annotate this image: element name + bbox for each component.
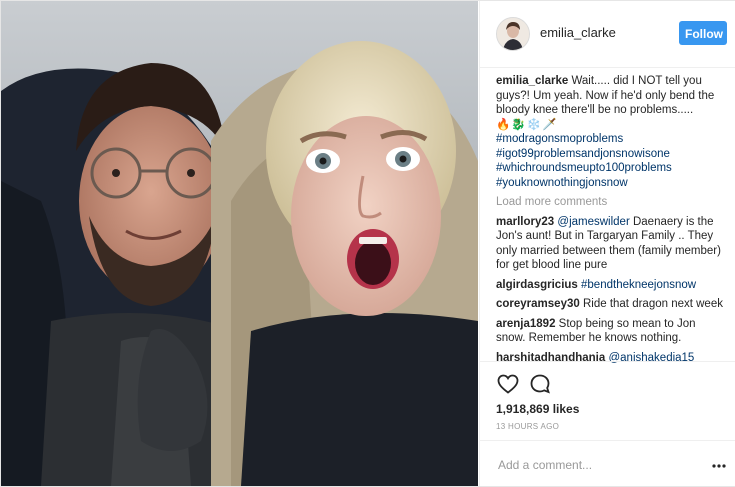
comments-section: emilia_clarke Wait..... did I NOT tell y… [496,74,724,370]
selfie-image [1,1,478,486]
comment-username[interactable]: coreyramsey30 [496,298,580,310]
post-photo[interactable] [1,1,478,486]
comment: coreyramsey30 Ride that dragon next week [496,297,724,312]
comment-text: Ride that dragon next week [582,298,723,310]
ellipsis-icon[interactable] [712,458,726,468]
comment: algirdasgricius #bendthekneejonsnow [496,278,724,293]
post-actions: 1,918,869 likes 13 HOURS AGO [480,361,735,487]
add-comment-input[interactable] [496,455,700,475]
likes-count[interactable]: 1,918,869 likes [496,402,579,416]
comment: marllory23 @jameswilder Daenaery is the … [496,215,724,273]
caption: emilia_clarke Wait..... did I NOT tell y… [496,74,724,190]
post-sidebar: emilia_clarke Follow emilia_clarke Wait.… [479,1,735,486]
avatar-image [497,18,529,50]
caption-emojis: 🔥🐉❄️🗡️ [496,118,558,131]
speech-bubble-icon[interactable] [528,372,552,396]
add-comment-bar [480,440,735,487]
comment: arenja1892 Stop being so mean to Jon sno… [496,317,724,346]
hashtag-link[interactable]: #modragonsmoproblems [496,132,724,147]
hashtag-link[interactable]: #youknownothingjonsnow [496,176,724,191]
heart-outline-icon[interactable] [496,372,520,396]
comment-username[interactable]: algirdasgricius [496,279,578,291]
comment-username[interactable]: arenja1892 [496,318,555,330]
avatar[interactable] [496,17,530,51]
post-timestamp: 13 HOURS AGO [496,422,560,431]
caption-hashtags: #modragonsmoproblems #igot99problemsandj… [496,132,724,190]
comment-mention[interactable]: @jameswilder [557,216,629,228]
header-username[interactable]: emilia_clarke [540,25,616,40]
hashtag-link[interactable]: #igot99problemsandjonsnowisone [496,147,724,162]
comment-hashtag[interactable]: #bendthekneejonsnow [581,279,696,291]
hashtag-link[interactable]: #whichroundsmeupto100problems [496,161,724,176]
post-header: emilia_clarke Follow [480,1,735,68]
load-more-comments-link[interactable]: Load more comments [496,195,724,210]
comment-username[interactable]: marllory23 [496,216,554,228]
caption-username[interactable]: emilia_clarke [496,75,568,87]
instagram-post: emilia_clarke Follow emilia_clarke Wait.… [0,0,735,487]
follow-button[interactable]: Follow [679,21,727,45]
